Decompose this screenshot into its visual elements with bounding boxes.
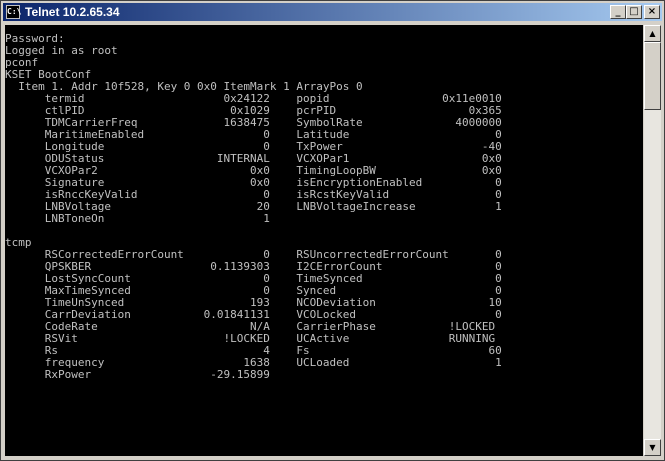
maximize-button[interactable]: □ — [626, 5, 642, 19]
scroll-thumb[interactable] — [644, 42, 661, 110]
terminal-line: pconf — [5, 56, 39, 69]
vertical-scrollbar[interactable]: ▲ ▼ — [644, 25, 661, 456]
minimize-button[interactable]: _ — [610, 5, 626, 19]
console-app-icon[interactable]: C:\ — [6, 5, 21, 19]
terminal-lines: Password: Logged in as root pconf KSET Boot… — [5, 33, 643, 381]
scroll-down-arrow-icon[interactable]: ▼ — [644, 439, 661, 456]
title-bar[interactable]: C:\ Telnet 10.2.65.34 _ □ × — [3, 3, 662, 21]
terminal-output[interactable]: Password: Logged in as root pconf KSET Boot… — [5, 25, 643, 456]
terminal-line: LNBToneOn 1 — [5, 212, 270, 225]
terminal-line: RxPower -29.15899 — [5, 368, 270, 381]
scroll-up-arrow-icon[interactable]: ▲ — [644, 25, 661, 42]
terminal-line: Logged in as root — [5, 44, 118, 57]
window-title: Telnet 10.2.65.34 — [25, 5, 120, 19]
telnet-window: C:\ Telnet 10.2.65.34 _ □ × Password: Log… — [0, 0, 665, 461]
close-button[interactable]: × — [644, 5, 660, 19]
